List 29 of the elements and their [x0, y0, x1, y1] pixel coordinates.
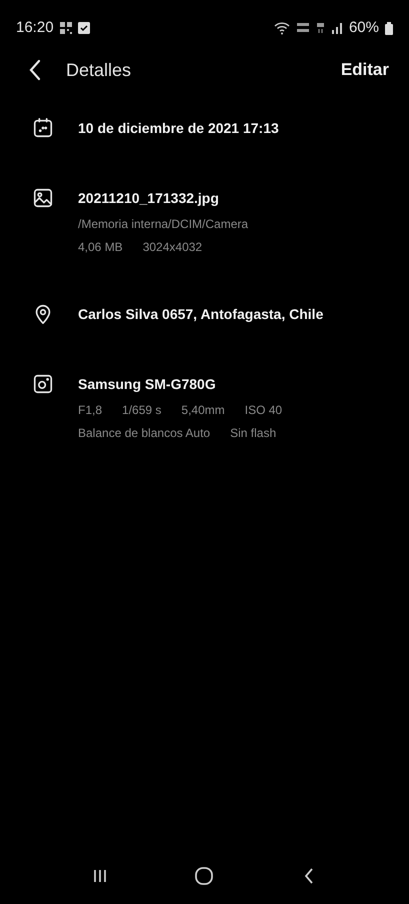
edit-button[interactable]: Editar	[340, 57, 389, 83]
clock-time: 16:20	[16, 18, 54, 38]
rounded-square-icon	[194, 866, 214, 886]
three-bars-icon	[92, 868, 108, 884]
calendar-icon	[32, 117, 54, 139]
chevron-left-icon	[304, 867, 314, 885]
page-title: Detalles	[66, 58, 132, 82]
detail-info: 5,40mm	[181, 402, 225, 419]
detail-info: Balance de blancos Auto	[78, 425, 210, 442]
battery-icon	[385, 22, 393, 34]
detail-info: 1/659 s	[122, 402, 162, 419]
detail-info: Sin flash	[230, 425, 276, 442]
detail-info: ISO 40	[244, 402, 282, 419]
detail-title: Samsung SM-G780G	[78, 375, 217, 394]
camera-icon	[32, 373, 54, 395]
detail-info: 4,06 MB	[78, 239, 123, 256]
wifi-icon	[274, 22, 290, 34]
detail-title: 20211210_171332.jpg	[78, 189, 220, 208]
signal-icon	[330, 22, 343, 34]
detail-info: F1,8	[78, 402, 102, 419]
detail-title: Carlos Silva 0657, Antofagasta, Chile	[78, 305, 324, 324]
detail-title: 10 de diciembre de 2021 17:13	[78, 119, 279, 138]
image-icon	[32, 187, 54, 209]
detail-info: 3024x4032	[142, 239, 202, 256]
qr-code-icon	[60, 22, 72, 34]
chevron-left-icon	[29, 59, 41, 81]
battery-percentage: 60%	[348, 18, 379, 38]
detail-info: /Memoria interna/DCIM/Camera	[78, 216, 248, 233]
checkbox-notification-icon	[78, 22, 90, 34]
